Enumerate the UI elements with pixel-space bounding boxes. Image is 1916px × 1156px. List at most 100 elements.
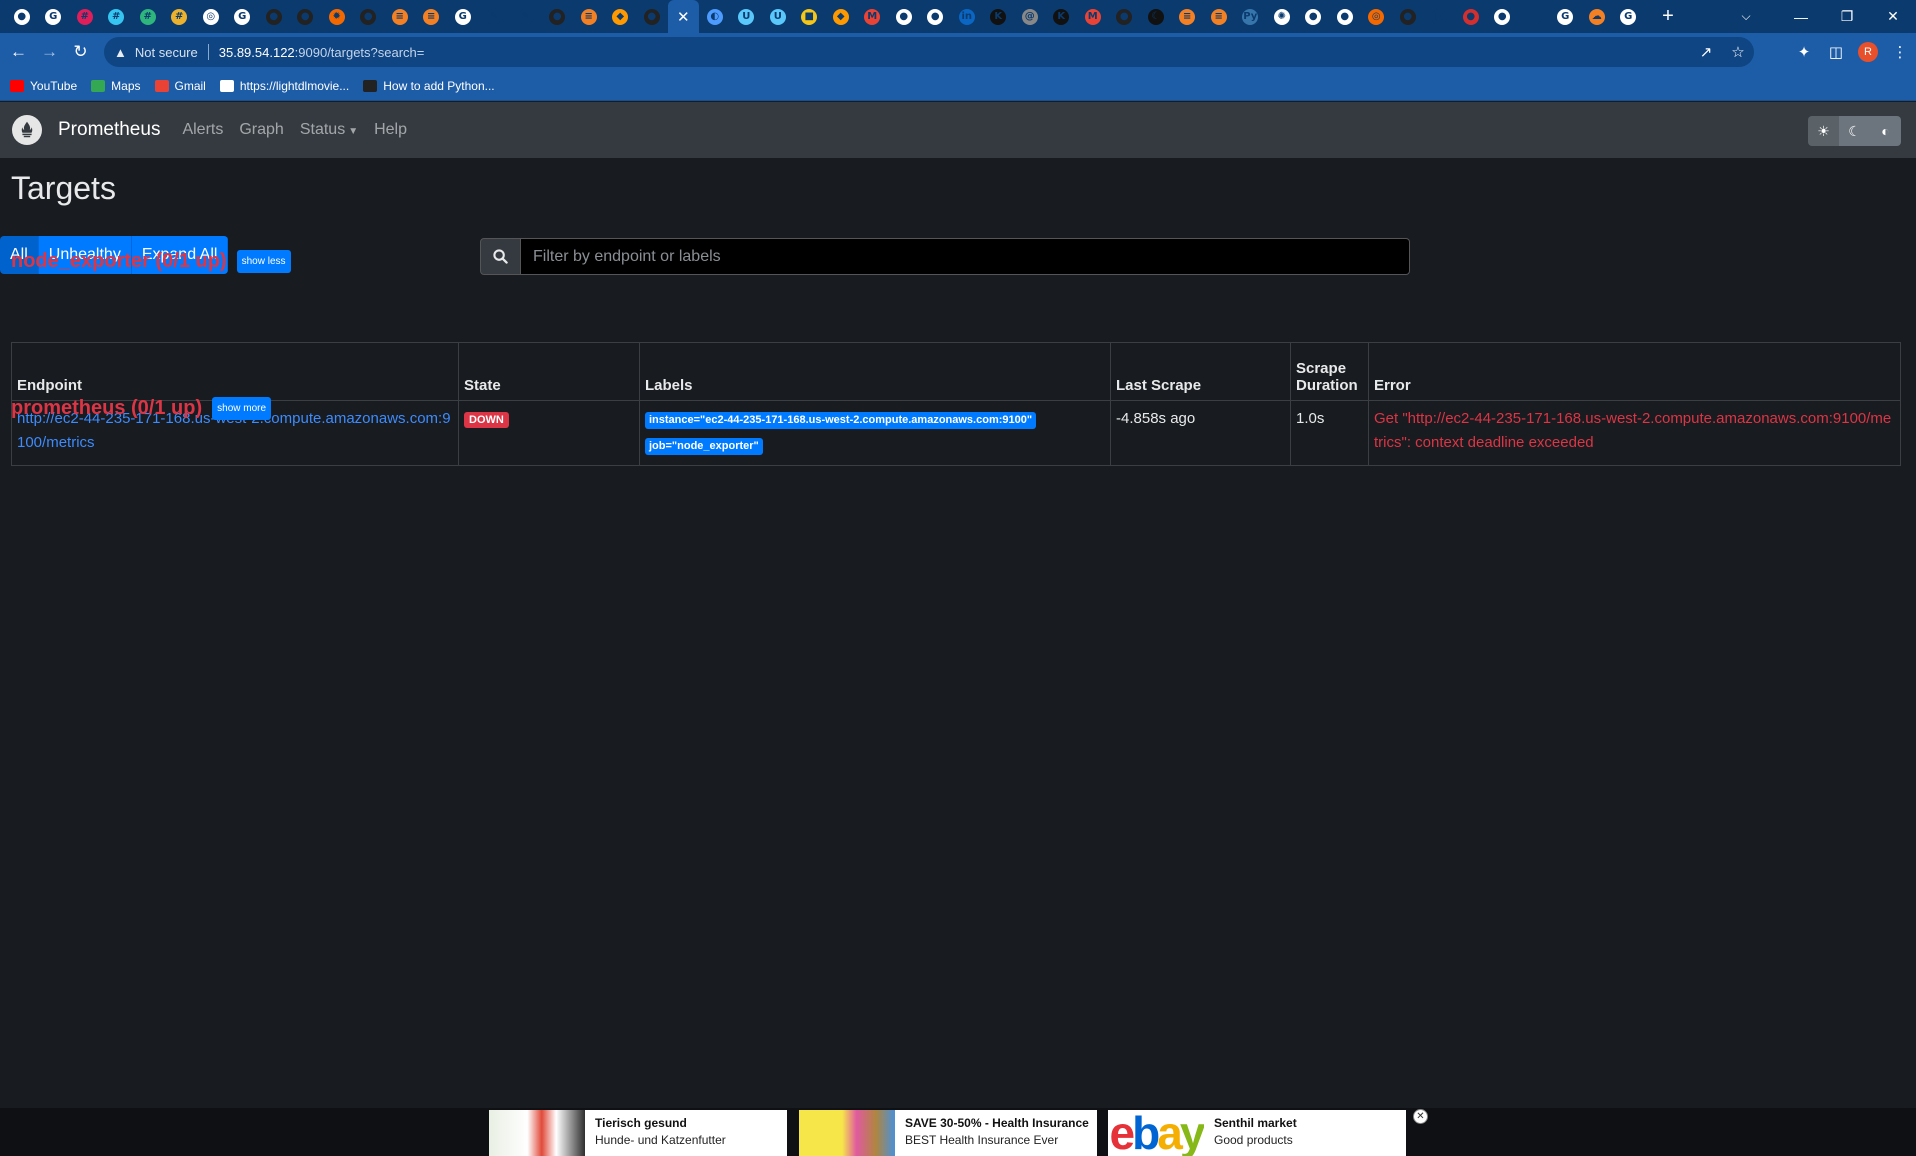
restore-icon[interactable]: ❐ bbox=[1824, 0, 1870, 33]
pool-title[interactable]: prometheus (0/1 up) bbox=[11, 397, 202, 420]
browser-tab[interactable]: ✎ bbox=[510, 0, 542, 33]
show-less-button[interactable]: show less bbox=[236, 250, 291, 273]
browser-tab[interactable]: ● bbox=[542, 0, 574, 33]
bookmark-item[interactable]: Maps bbox=[91, 79, 141, 93]
browser-tab[interactable]: M bbox=[857, 0, 889, 33]
browser-tab[interactable]: ≡ bbox=[416, 0, 448, 33]
security-label[interactable]: Not secure bbox=[135, 45, 198, 60]
browser-tab[interactable]: G bbox=[227, 0, 259, 33]
menu-icon[interactable]: ⋮ bbox=[1884, 43, 1916, 61]
ad-card[interactable]: Tierisch gesund Hunde- und Katzenfutter bbox=[489, 1110, 787, 1156]
browser-tab[interactable]: ● bbox=[258, 0, 290, 33]
auto-theme-icon[interactable]: ◐ bbox=[1870, 116, 1901, 146]
ad-image-insurance[interactable] bbox=[799, 1110, 895, 1156]
bookmark-label[interactable]: Gmail bbox=[175, 79, 206, 93]
browser-tab[interactable]: ● bbox=[1298, 0, 1330, 33]
browser-tab[interactable]: # bbox=[164, 0, 196, 33]
ad-subtitle[interactable]: Hunde- und Katzenfutter bbox=[595, 1133, 726, 1147]
light-theme-icon[interactable]: ☀ bbox=[1808, 116, 1839, 146]
browser-tab[interactable]: ✹ bbox=[321, 0, 353, 33]
browser-tab[interactable]: ■ bbox=[794, 0, 826, 33]
ad-card[interactable]: SAVE 30-50% - Health Insurance BEST Heal… bbox=[799, 1110, 1097, 1156]
browser-tab[interactable]: ☁ bbox=[1581, 0, 1613, 33]
browser-tab[interactable]: G bbox=[1550, 0, 1582, 33]
address-bar[interactable]: ▲ Not secure 35.89.54.122 :9090/targets?… bbox=[104, 37, 1754, 67]
nav-graph[interactable]: Graph bbox=[239, 121, 283, 139]
prometheus-logo-icon[interactable] bbox=[12, 115, 42, 145]
browser-tab[interactable]: ≡ bbox=[1172, 0, 1204, 33]
browser-tab[interactable]: ✎ bbox=[479, 0, 511, 33]
browser-tab[interactable]: ≡ bbox=[1203, 0, 1235, 33]
browser-tab[interactable]: ◎ bbox=[195, 0, 227, 33]
browser-tab[interactable]: ☾ bbox=[1140, 0, 1172, 33]
browser-tab[interactable]: in bbox=[951, 0, 983, 33]
profile-avatar[interactable]: R bbox=[1858, 42, 1878, 62]
browser-tab[interactable] bbox=[1518, 0, 1550, 33]
back-icon[interactable]: ← bbox=[3, 37, 34, 67]
browser-tab[interactable]: U bbox=[731, 0, 763, 33]
brand-title[interactable]: Prometheus bbox=[58, 119, 160, 141]
bookmark-star-icon[interactable]: ☆ bbox=[1722, 43, 1754, 61]
browser-tab[interactable]: ◆ bbox=[605, 0, 637, 33]
browser-tab[interactable]: G bbox=[38, 0, 70, 33]
bookmark-label[interactable]: https://lightdlmovie... bbox=[240, 79, 349, 93]
browser-tab[interactable]: # bbox=[69, 0, 101, 33]
tab-search-icon[interactable]: ⌵ bbox=[1726, 0, 1766, 33]
side-panel-icon[interactable]: ◫ bbox=[1820, 43, 1852, 61]
nav-status[interactable]: Status ▼ bbox=[300, 121, 358, 139]
browser-tab[interactable]: K bbox=[1046, 0, 1078, 33]
forward-icon[interactable]: → bbox=[34, 37, 65, 67]
browser-tab[interactable]: ≡ bbox=[573, 0, 605, 33]
browser-tab[interactable]: ● bbox=[636, 0, 668, 33]
new-tab-icon[interactable]: + bbox=[1652, 0, 1684, 33]
bookmark-item[interactable]: Gmail bbox=[154, 79, 206, 93]
ad-title[interactable]: Senthil market bbox=[1214, 1116, 1297, 1130]
dark-theme-icon[interactable]: ☾ bbox=[1839, 116, 1870, 146]
pool-title[interactable]: node_exporter (0/1 up) bbox=[11, 250, 227, 273]
nav-status-label[interactable]: Status bbox=[300, 121, 345, 138]
browser-tab[interactable]: ● bbox=[888, 0, 920, 33]
bookmark-label[interactable]: YouTube bbox=[30, 79, 77, 93]
extensions-icon[interactable]: ✦ bbox=[1788, 43, 1820, 61]
browser-tab[interactable]: G bbox=[447, 0, 479, 33]
browser-tab[interactable]: G bbox=[1613, 0, 1645, 33]
share-icon[interactable]: ↗ bbox=[1690, 43, 1722, 61]
close-window-icon[interactable]: ✕ bbox=[1870, 0, 1916, 33]
browser-tab[interactable]: ● bbox=[1487, 0, 1519, 33]
browser-tab[interactable]: # bbox=[132, 0, 164, 33]
ad-subtitle[interactable]: BEST Health Insurance Ever bbox=[905, 1133, 1089, 1147]
minimize-icon[interactable]: — bbox=[1778, 0, 1824, 33]
browser-tab[interactable]: @ bbox=[1014, 0, 1046, 33]
caret-down-icon[interactable]: ▼ bbox=[348, 126, 358, 137]
browser-tab[interactable]: ● bbox=[6, 0, 38, 33]
url-host[interactable]: 35.89.54.122 bbox=[219, 45, 295, 60]
browser-tab[interactable]: ● bbox=[1329, 0, 1361, 33]
bookmark-item[interactable]: How to add Python... bbox=[363, 79, 495, 93]
browser-tab[interactable]: Py bbox=[1235, 0, 1267, 33]
ad-card[interactable]: ebay Senthil market Good products bbox=[1108, 1110, 1406, 1156]
browser-tab[interactable]: U bbox=[762, 0, 794, 33]
browser-tab[interactable]: ◎ bbox=[1361, 0, 1393, 33]
ad-title[interactable]: Tierisch gesund bbox=[595, 1116, 726, 1130]
browser-tab[interactable]: ● bbox=[1392, 0, 1424, 33]
browser-tab[interactable]: ● bbox=[353, 0, 385, 33]
ebay-logo[interactable]: ebay bbox=[1108, 1110, 1204, 1156]
browser-tab[interactable]: ● bbox=[290, 0, 322, 33]
browser-tab[interactable]: ● bbox=[920, 0, 952, 33]
browser-tab[interactable]: ▢ bbox=[1424, 0, 1456, 33]
ad-title[interactable]: SAVE 30-50% - Health Insurance bbox=[905, 1116, 1089, 1130]
nav-help[interactable]: Help bbox=[374, 121, 407, 139]
nav-alerts[interactable]: Alerts bbox=[182, 121, 223, 139]
ad-close-icon[interactable]: ✕ bbox=[1413, 1109, 1428, 1124]
ad-image-pet-food[interactable] bbox=[489, 1110, 585, 1156]
ad-subtitle[interactable]: Good products bbox=[1214, 1133, 1297, 1147]
browser-tab[interactable]: # bbox=[101, 0, 133, 33]
reload-icon[interactable]: ↻ bbox=[65, 37, 96, 67]
bookmark-label[interactable]: Maps bbox=[111, 79, 140, 93]
url-path[interactable]: :9090/targets?search= bbox=[295, 45, 425, 60]
browser-tab[interactable]: ● bbox=[1109, 0, 1141, 33]
bookmark-item[interactable]: YouTube bbox=[10, 79, 77, 93]
browser-tab[interactable]: M bbox=[1077, 0, 1109, 33]
bookmark-label[interactable]: How to add Python... bbox=[383, 79, 494, 93]
browser-tab[interactable]: ◆ bbox=[825, 0, 857, 33]
